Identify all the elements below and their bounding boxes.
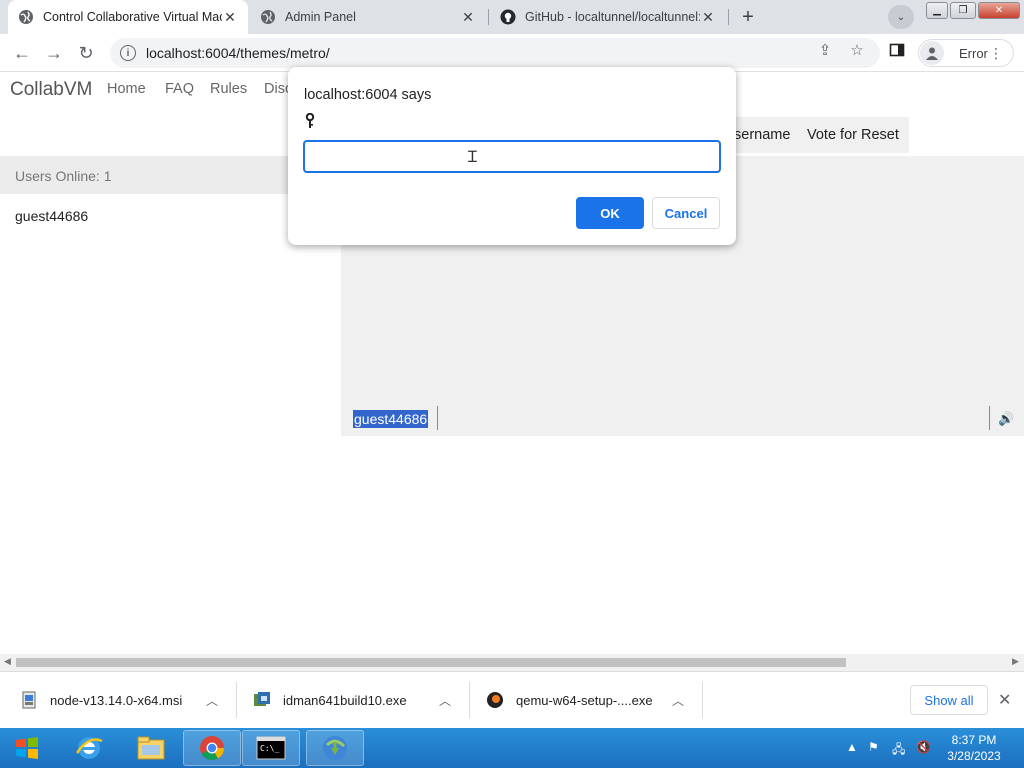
divider [469, 682, 470, 718]
chevron-up-icon[interactable]: ︿ [206, 692, 218, 709]
reload-icon[interactable]: ↻ [74, 41, 98, 65]
scroll-right-icon[interactable]: ▶ [1012, 656, 1019, 667]
chevron-up-icon[interactable]: ︿ [672, 692, 684, 709]
tab-separator [488, 9, 489, 25]
file-explorer-icon[interactable] [122, 730, 180, 766]
chevron-up-icon[interactable]: ︿ [439, 692, 451, 709]
share-icon[interactable]: ⇪ [816, 41, 834, 59]
url-text[interactable]: localhost:6004/themes/metro/ [146, 45, 330, 61]
scroll-thumb[interactable] [16, 658, 846, 667]
chrome-icon[interactable] [183, 730, 241, 766]
close-icon[interactable]: ✕ [460, 9, 476, 26]
exe-installer-icon [253, 691, 271, 709]
tab-collabvm[interactable]: Control Collaborative Virtual Mac ✕ [8, 0, 248, 34]
download-name: node-v13.14.0-x64.msi [50, 692, 183, 708]
show-all-button[interactable]: Show all [910, 685, 988, 715]
tab-admin-panel[interactable]: Admin Panel ✕ [250, 0, 486, 34]
tab-separator [728, 9, 729, 25]
prompt-input[interactable] [303, 140, 721, 173]
tab-strip: Control Collaborative Virtual Mac ✕ Admi… [0, 0, 1024, 34]
clock-time: 8:37 PM [951, 733, 997, 747]
avatar [920, 41, 944, 65]
download-item[interactable]: qemu-w64-setup-....exe ︿ [486, 682, 696, 718]
taskbar: C:\_ ▲ ⚑ 🖧 🔇 8:37 PM 3/28/2023 [0, 728, 1024, 768]
divider [702, 682, 703, 718]
minimize-icon[interactable]: ▁ [926, 2, 948, 19]
action-center-flag-icon[interactable]: ⚑ [868, 740, 879, 754]
globe-icon [260, 9, 276, 25]
window-close-icon[interactable]: ✕ [978, 2, 1020, 19]
user-list-item[interactable]: guest44686 [15, 208, 88, 224]
address-bar[interactable]: i localhost:6004/themes/metro/ [110, 38, 880, 68]
site-brand[interactable]: CollabVM [10, 79, 92, 101]
divider [989, 406, 990, 430]
qemu-icon [486, 691, 504, 709]
close-icon[interactable]: ✕ [998, 690, 1011, 710]
scroll-left-icon[interactable]: ◀ [4, 656, 11, 667]
download-name: qemu-w64-setup-....exe [516, 692, 653, 708]
tab-title: Admin Panel [285, 10, 356, 24]
nav-faq[interactable]: FAQ [165, 81, 194, 97]
clock-date: 3/28/2023 [947, 749, 1001, 763]
vm-turn-user: guest44686 [353, 410, 429, 428]
dialog-title: localhost:6004 says [304, 87, 432, 103]
github-icon [500, 9, 516, 25]
side-panel-icon[interactable] [888, 41, 906, 59]
volume-muted-icon[interactable]: 🔇 [916, 740, 931, 754]
internet-explorer-icon[interactable] [60, 730, 118, 766]
key-icon [305, 112, 315, 133]
download-bar: node-v13.14.0-x64.msi ︿ idman641build10.… [0, 671, 1024, 728]
tab-title: GitHub - localtunnel/localtunnel: [525, 10, 700, 24]
nav-rules[interactable]: Rules [210, 81, 247, 97]
close-icon[interactable]: ✕ [700, 9, 716, 26]
prompt-dialog: localhost:6004 says Ɪ OK Cancel [288, 67, 736, 245]
forward-arrow-icon[interactable]: → [42, 41, 66, 65]
vote-reset-button[interactable]: Vote for Reset [797, 117, 909, 153]
restore-icon[interactable]: ❐ [950, 2, 976, 19]
divider [236, 682, 237, 718]
error-label: Error [959, 45, 988, 61]
nav-home[interactable]: Home [107, 81, 146, 97]
info-icon[interactable]: i [120, 45, 136, 61]
close-icon[interactable]: ✕ [222, 9, 238, 26]
kebab-menu-icon[interactable]: ⋮ [989, 45, 1003, 61]
profile-error-button[interactable]: Error ⋮ [918, 39, 1014, 67]
windows-start-icon[interactable] [4, 730, 50, 766]
volume-icon[interactable]: 🔊 [998, 411, 1014, 427]
msi-package-icon [20, 691, 38, 709]
ok-button[interactable]: OK [576, 197, 644, 229]
change-username-button[interactable]: sername [726, 117, 801, 153]
chevron-down-icon[interactable]: ⌄ [888, 5, 914, 29]
network-icon[interactable]: 🖧 [892, 740, 905, 761]
tab-github[interactable]: GitHub - localtunnel/localtunnel: ✕ [490, 0, 726, 34]
download-item[interactable]: idman641build10.exe ︿ [253, 682, 463, 718]
system-clock[interactable]: 8:37 PM 3/28/2023 [940, 732, 1008, 764]
internet-download-manager-icon[interactable] [306, 730, 364, 766]
star-icon[interactable]: ☆ [848, 41, 866, 59]
download-name: idman641build10.exe [283, 692, 407, 708]
show-hidden-icons-icon[interactable]: ▲ [846, 740, 858, 754]
new-tab-plus-icon[interactable]: + [736, 5, 760, 29]
back-arrow-icon[interactable]: ← [10, 41, 34, 65]
svg-text:C:\_: C:\_ [260, 744, 279, 753]
download-item[interactable]: node-v13.14.0-x64.msi ︿ [20, 682, 230, 718]
divider [437, 406, 438, 430]
cancel-button[interactable]: Cancel [652, 197, 720, 229]
text-cursor-icon: Ɪ [468, 149, 477, 166]
globe-icon [18, 9, 34, 25]
horizontal-scrollbar[interactable]: ◀ ▶ [0, 654, 1024, 671]
tab-title: Control Collaborative Virtual Mac [43, 10, 222, 24]
command-prompt-icon[interactable]: C:\_ [242, 730, 300, 766]
